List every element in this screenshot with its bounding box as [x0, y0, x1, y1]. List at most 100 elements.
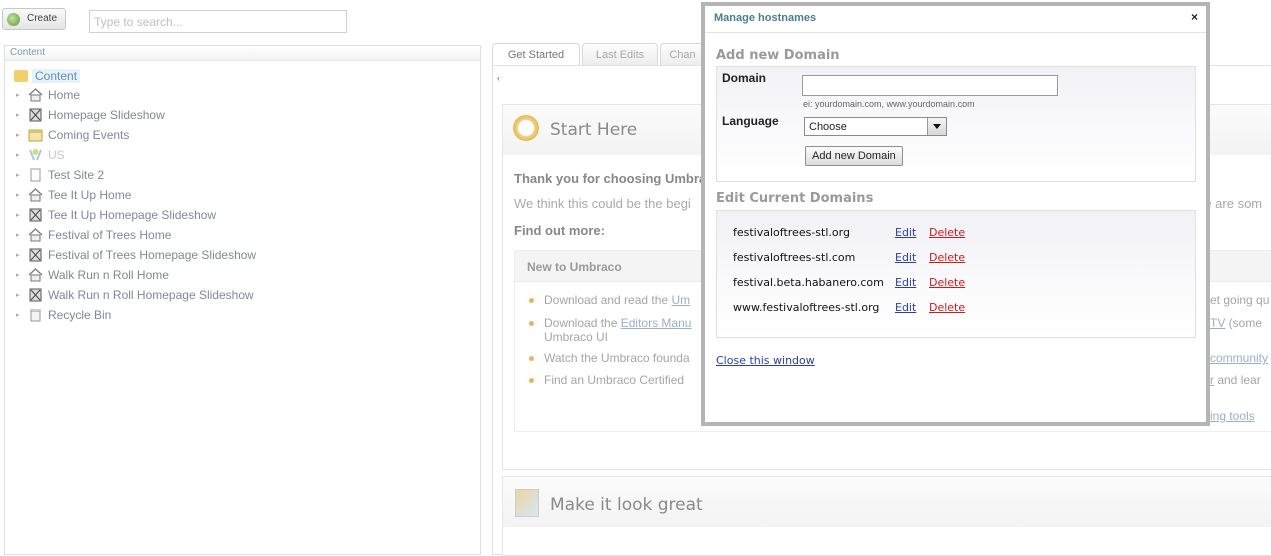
- edit-link[interactable]: Edit: [895, 276, 916, 289]
- recycle-bin-icon: [28, 308, 43, 322]
- expand-icon[interactable]: ▸: [16, 111, 20, 119]
- edit-link[interactable]: Edit: [895, 251, 916, 264]
- expand-icon[interactable]: ▸: [16, 291, 20, 299]
- slideshow-icon: [28, 288, 43, 302]
- bullet-right: community: [1210, 351, 1268, 365]
- make-it-look-great-card: Make it look great: [502, 476, 1271, 556]
- chevron-down-icon[interactable]: [927, 118, 946, 135]
- start-here-title: Start Here: [550, 120, 638, 140]
- list-item: Download the Editors Manu: [529, 316, 691, 330]
- create-icon: [7, 13, 20, 26]
- bullet-icon: [529, 321, 534, 327]
- expand-icon[interactable]: ▸: [16, 91, 20, 99]
- tree-node-label: Tee It Up Home: [48, 188, 132, 202]
- bullet-icon: [529, 356, 534, 362]
- delete-link[interactable]: Delete: [929, 251, 965, 264]
- tree-header: Content: [5, 46, 480, 61]
- language-selected: Choose: [809, 121, 847, 133]
- domain-hint: ei: yourdomain.com, www.yourdomain.com: [803, 99, 975, 109]
- design-icon: [515, 489, 539, 517]
- tree-node-label: Walk Run n Roll Homepage Slideshow: [48, 288, 254, 302]
- expand-icon[interactable]: ▸: [16, 231, 20, 239]
- add-domain-panel: Domain ei: yourdomain.com, www.yourdomai…: [716, 66, 1196, 182]
- thanks-text: Thank you for choosing Umbra: [514, 171, 707, 186]
- tree-node-label: Coming Events: [48, 128, 130, 142]
- bullet-right-link[interactable]: TV: [1210, 316, 1225, 330]
- tree-node-label: US: [48, 148, 65, 162]
- tab-change[interactable]: Chan: [660, 43, 705, 65]
- bullet-right: r and lear: [1210, 373, 1261, 387]
- create-label: Create: [27, 13, 58, 24]
- bullet-text: Watch the Umbraco founda: [544, 351, 690, 365]
- bullet-right-link[interactable]: community: [1210, 351, 1268, 365]
- scroll-left-icon[interactable]: ‹: [497, 73, 500, 83]
- domain-name: festival.beta.habanero.com: [733, 276, 884, 289]
- house-icon: [28, 228, 43, 242]
- house-icon: [28, 188, 43, 202]
- list-item: Watch the Umbraco founda: [529, 351, 690, 365]
- calendar-icon: [28, 128, 43, 142]
- expand-icon[interactable]: ▸: [16, 151, 20, 159]
- make-it-look-great-title: Make it look great: [550, 495, 703, 515]
- domain-name: festivaloftrees-stl.org: [733, 226, 850, 239]
- extra-link-row: ing tools: [1210, 409, 1255, 423]
- expand-icon[interactable]: ▸: [16, 131, 20, 139]
- tree-node-label: Walk Run n Roll Home: [48, 268, 169, 282]
- expand-icon[interactable]: ▸: [16, 271, 20, 279]
- expand-icon[interactable]: ▸: [16, 311, 20, 319]
- language-select[interactable]: Choose: [804, 117, 947, 136]
- domain-input[interactable]: [802, 75, 1058, 96]
- tab-label: Chan: [669, 49, 696, 61]
- expand-icon[interactable]: ▸: [16, 171, 20, 179]
- domain-name: festivaloftrees-stl.com: [733, 251, 856, 264]
- dialog-header: Manage hostnames ×: [705, 6, 1206, 33]
- tree-node-label: Test Site 2: [48, 168, 105, 182]
- expand-icon[interactable]: ▸: [16, 191, 20, 199]
- domain-label: Domain: [722, 71, 767, 85]
- bullet-right-text: (some: [1225, 316, 1263, 330]
- tree-node-label: Festival of Trees Home: [48, 228, 172, 242]
- search-input[interactable]: [89, 10, 347, 33]
- close-icon[interactable]: ×: [1191, 10, 1198, 24]
- edit-link[interactable]: Edit: [895, 301, 916, 314]
- tree-node-label: Home: [48, 88, 81, 102]
- create-button[interactable]: Create: [2, 8, 66, 30]
- delete-link[interactable]: Delete: [929, 301, 965, 314]
- list-item: Download and read the Um: [529, 293, 690, 307]
- edit-link[interactable]: Edit: [895, 226, 916, 239]
- bullet-link[interactable]: Um: [671, 293, 690, 307]
- expand-icon[interactable]: ▸: [16, 251, 20, 259]
- bullet-text: Download and read the: [544, 293, 672, 307]
- umbraco-logo-icon: [513, 115, 539, 141]
- expand-icon[interactable]: ▸: [16, 211, 20, 219]
- tab-label: Last Edits: [595, 49, 645, 61]
- new-to-umbraco-title: New to Umbraco: [527, 260, 622, 274]
- globe-icon: [28, 148, 43, 162]
- house-icon: [28, 88, 43, 102]
- list-item: Find an Umbraco Certified: [529, 373, 684, 387]
- edit-domains-heading: Edit Current Domains: [716, 191, 874, 206]
- slideshow-icon: [28, 108, 43, 122]
- intro-text: We think this could be the begi: [514, 196, 691, 211]
- bullet-right: TV (some: [1210, 316, 1262, 330]
- add-domain-button[interactable]: Add new Domain: [805, 146, 903, 166]
- find-out-more-heading: Find out more:: [514, 223, 605, 238]
- card-header: Make it look great: [503, 477, 1271, 527]
- tab-label: Get Started: [507, 49, 565, 61]
- close-window-link[interactable]: Close this window: [716, 354, 815, 367]
- tree-node-label: Festival of Trees Homepage Slideshow: [48, 248, 257, 262]
- language-label: Language: [722, 114, 779, 128]
- delete-link[interactable]: Delete: [929, 276, 965, 289]
- document-icon: [28, 168, 43, 182]
- bullet-link[interactable]: Editors Manu: [621, 316, 692, 330]
- domain-name: www.festivaloftrees-stl.org: [733, 301, 880, 314]
- delete-link[interactable]: Delete: [929, 226, 965, 239]
- tree-node-label: Recycle Bin: [48, 308, 112, 322]
- tools-link[interactable]: ing tools: [1210, 409, 1255, 423]
- tab-last-edits[interactable]: Last Edits: [582, 43, 658, 65]
- bullet-right-text: et going qu: [1210, 293, 1270, 307]
- house-icon: [28, 268, 43, 282]
- slideshow-icon: [28, 248, 43, 262]
- current-domains-panel: festivaloftrees-stl.org Edit Delete fest…: [716, 210, 1196, 338]
- tab-get-started[interactable]: Get Started: [492, 43, 580, 65]
